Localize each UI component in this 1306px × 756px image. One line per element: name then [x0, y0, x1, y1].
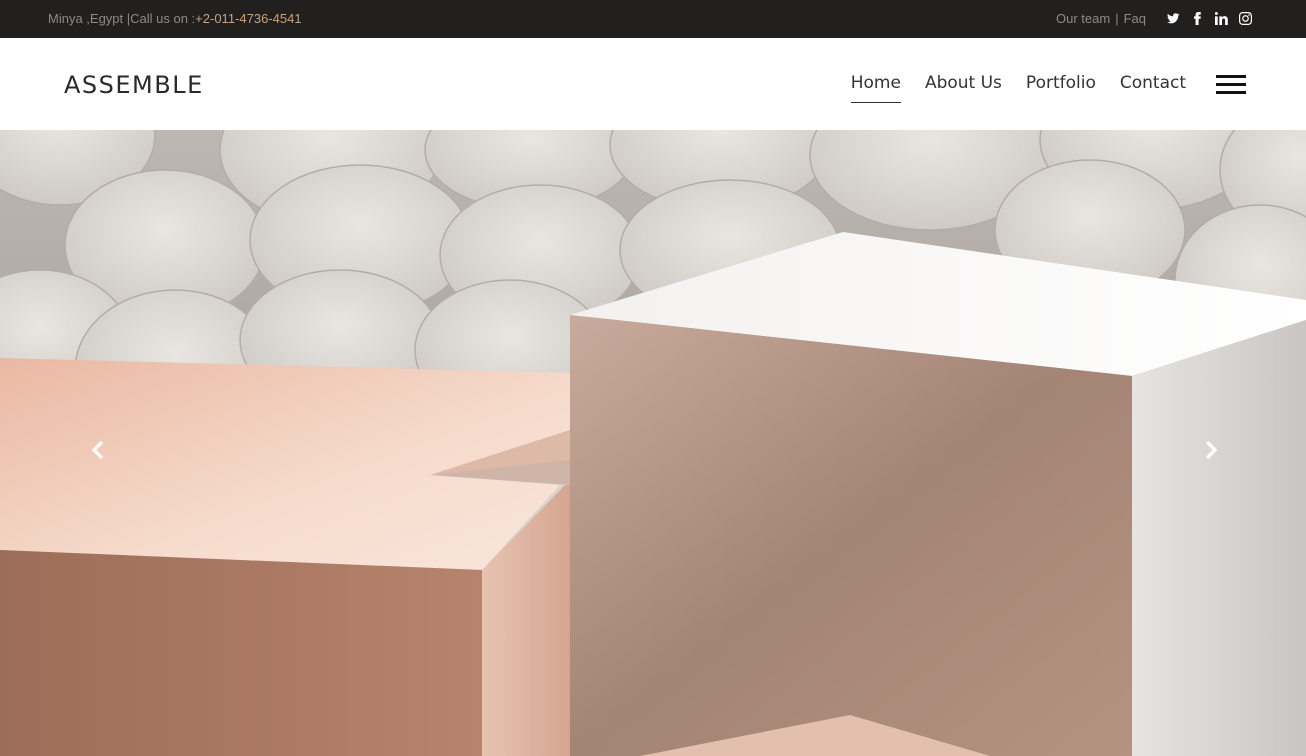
main-nav: Home About Us Portfolio Contact — [827, 73, 1186, 103]
chevron-left-icon[interactable] — [86, 438, 110, 462]
twitter-icon[interactable] — [1166, 12, 1180, 26]
top-links: Our team | Faq — [1056, 11, 1252, 26]
link-separator: | — [1115, 11, 1119, 26]
hero-slider — [0, 130, 1306, 756]
location-text: Minya ,Egypt |Call us on : — [48, 11, 196, 26]
our-team-link[interactable]: Our team — [1056, 11, 1110, 26]
top-bar: Minya ,Egypt |Call us on :+2-011-4736-45… — [0, 0, 1306, 38]
chevron-right-icon[interactable] — [1199, 438, 1223, 462]
site-header: ASSEMBLE Home About Us Portfolio Contact — [0, 38, 1306, 130]
contact-info: Minya ,Egypt |Call us on :+2-011-4736-45… — [48, 11, 302, 26]
nav-home[interactable]: Home — [850, 73, 902, 103]
nav-contact[interactable]: Contact — [1120, 73, 1186, 103]
hero-image — [0, 130, 1306, 756]
nav-portfolio[interactable]: Portfolio — [1026, 73, 1096, 103]
phone-number[interactable]: +2-011-4736-4541 — [195, 11, 301, 26]
site-logo[interactable]: ASSEMBLE — [64, 71, 204, 99]
facebook-icon[interactable] — [1190, 12, 1204, 26]
hamburger-icon[interactable] — [1216, 75, 1246, 95]
nav-about-us[interactable]: About Us — [925, 73, 1002, 103]
linkedin-icon[interactable] — [1214, 12, 1228, 26]
instagram-icon[interactable] — [1238, 12, 1252, 26]
social-links — [1156, 12, 1252, 26]
faq-link[interactable]: Faq — [1124, 11, 1146, 26]
